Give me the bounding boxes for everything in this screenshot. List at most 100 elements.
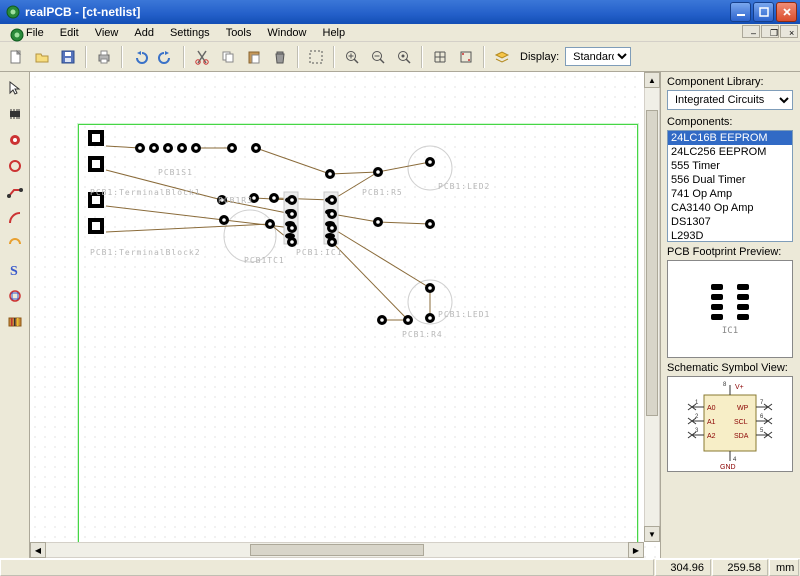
display-label: Display: (520, 51, 559, 63)
status-x: 304.96 (655, 559, 711, 576)
component-label: PCB1:TerminalBlock2 (90, 248, 201, 257)
layers-button[interactable] (490, 45, 514, 69)
arc-tool[interactable] (3, 206, 27, 230)
grid-button[interactable] (428, 45, 452, 69)
track-tool[interactable] (3, 180, 27, 204)
toolbar: Display: Standard (0, 42, 800, 72)
zoom-fit-button[interactable] (392, 45, 416, 69)
horizontal-scrollbar[interactable]: ◀ ▶ (30, 542, 644, 558)
component-label: PCB1:TerminalBlock1 (90, 188, 201, 197)
svg-text:SCL: SCL (734, 419, 748, 426)
component-label: PCB1:R4 (402, 330, 443, 339)
shape-tool[interactable] (3, 284, 27, 308)
symbol-header: Schematic Symbol View: (667, 362, 796, 374)
component-item[interactable]: 556 Dual Timer (668, 173, 792, 187)
mdi-restore-button[interactable]: ❐ (761, 25, 779, 38)
redo-button[interactable] (154, 45, 178, 69)
open-button[interactable] (30, 45, 54, 69)
save-button[interactable] (56, 45, 80, 69)
components-list[interactable]: 24LC16B EEPROM24LC256 EEPROM555 Timer556… (667, 130, 793, 242)
svg-text:8: 8 (723, 382, 727, 388)
zoom-out-button[interactable] (366, 45, 390, 69)
resistor-tool[interactable] (3, 310, 27, 334)
cut-button[interactable] (190, 45, 214, 69)
component-item[interactable]: CA3140 Op Amp (668, 201, 792, 215)
menu-add[interactable]: Add (126, 25, 162, 41)
text-tool[interactable]: S (3, 258, 27, 282)
title-bar: realPCB - [ct-netlist] (0, 0, 800, 24)
close-button[interactable] (776, 2, 797, 22)
preview-header: PCB Footprint Preview: (667, 246, 796, 258)
svg-text:7: 7 (760, 400, 764, 406)
scroll-right-button[interactable]: ▶ (628, 542, 644, 558)
component-library-panel: Component Library: Integrated Circuits C… (660, 72, 800, 558)
library-header: Component Library: (667, 76, 796, 88)
delete-button[interactable] (268, 45, 292, 69)
display-select[interactable]: Standard (565, 47, 631, 66)
menu-help[interactable]: Help (315, 25, 354, 41)
component-label: PCB1R3 (218, 196, 253, 205)
component-label: PCB1:IC1 (296, 248, 343, 257)
tool-dock: S (0, 72, 30, 558)
component-item[interactable]: 555 Timer (668, 159, 792, 173)
status-bar: 304.96 259.58 mm (0, 558, 800, 576)
menu-bar: File Edit View Add Settings Tools Window… (0, 24, 800, 42)
svg-text:4: 4 (733, 457, 737, 463)
print-button[interactable] (92, 45, 116, 69)
components-header: Components: (667, 116, 796, 128)
component-item[interactable]: 741 Op Amp (668, 187, 792, 201)
select-tool[interactable] (3, 76, 27, 100)
status-y: 259.58 (712, 559, 768, 576)
menu-tools[interactable]: Tools (218, 25, 260, 41)
svg-text:A2: A2 (707, 433, 716, 440)
board-outline (78, 124, 638, 544)
new-button[interactable] (4, 45, 28, 69)
svg-text:A0: A0 (707, 405, 716, 412)
app-body: S PCB1:TerminalBlock1 PCB1:TerminalBlock2… (0, 72, 800, 558)
pad-tool[interactable] (3, 128, 27, 152)
component-label: PCB1TC1 (244, 256, 285, 265)
svg-text:SDA: SDA (734, 433, 749, 440)
menu-edit[interactable]: Edit (52, 25, 87, 41)
mdi-minimize-button[interactable]: – (742, 25, 760, 38)
mdi-close-button[interactable]: × (780, 25, 798, 38)
library-select[interactable]: Integrated Circuits (667, 90, 793, 110)
footprint-preview: IC1 (667, 260, 793, 358)
copy-button[interactable] (216, 45, 240, 69)
undo-button[interactable] (128, 45, 152, 69)
arc2-tool[interactable] (3, 232, 27, 256)
status-unit: mm (769, 559, 799, 576)
component-label: PCB1S1 (158, 168, 193, 177)
via-tool[interactable] (3, 154, 27, 178)
svg-text:A1: A1 (707, 419, 716, 426)
window-title: realPCB - [ct-netlist] (25, 5, 728, 19)
svg-text:S: S (10, 264, 18, 278)
svg-text:GND: GND (720, 464, 736, 471)
snap-button[interactable] (454, 45, 478, 69)
svg-text:3: 3 (695, 428, 699, 434)
scroll-down-button[interactable]: ▼ (644, 526, 660, 542)
svg-text:2: 2 (695, 414, 699, 420)
zoom-in-button[interactable] (340, 45, 364, 69)
component-item[interactable]: 24LC16B EEPROM (668, 131, 792, 145)
doc-icon (1, 25, 17, 41)
component-item[interactable]: DS1307 (668, 215, 792, 229)
component-item[interactable]: 24LC256 EEPROM (668, 145, 792, 159)
schematic-symbol-view: V+8 A01 A12 A23 WP7 SCL6 SDA5 GND4 (667, 376, 793, 472)
svg-text:V+: V+ (735, 384, 744, 391)
select-area-button[interactable] (304, 45, 328, 69)
add-component-tool[interactable] (3, 102, 27, 126)
scroll-left-button[interactable]: ◀ (30, 542, 46, 558)
scroll-up-button[interactable]: ▲ (644, 72, 660, 88)
maximize-button[interactable] (753, 2, 774, 22)
menu-view[interactable]: View (87, 25, 127, 41)
component-item[interactable]: L293D (668, 229, 792, 242)
paste-button[interactable] (242, 45, 266, 69)
svg-text:6: 6 (760, 414, 764, 420)
canvas[interactable]: PCB1:TerminalBlock1 PCB1:TerminalBlock2 PC… (30, 72, 660, 558)
minimize-button[interactable] (730, 2, 751, 22)
vertical-scrollbar[interactable]: ▲ ▼ (644, 72, 660, 542)
svg-text:5: 5 (760, 428, 764, 434)
menu-settings[interactable]: Settings (162, 25, 218, 41)
menu-window[interactable]: Window (259, 25, 314, 41)
